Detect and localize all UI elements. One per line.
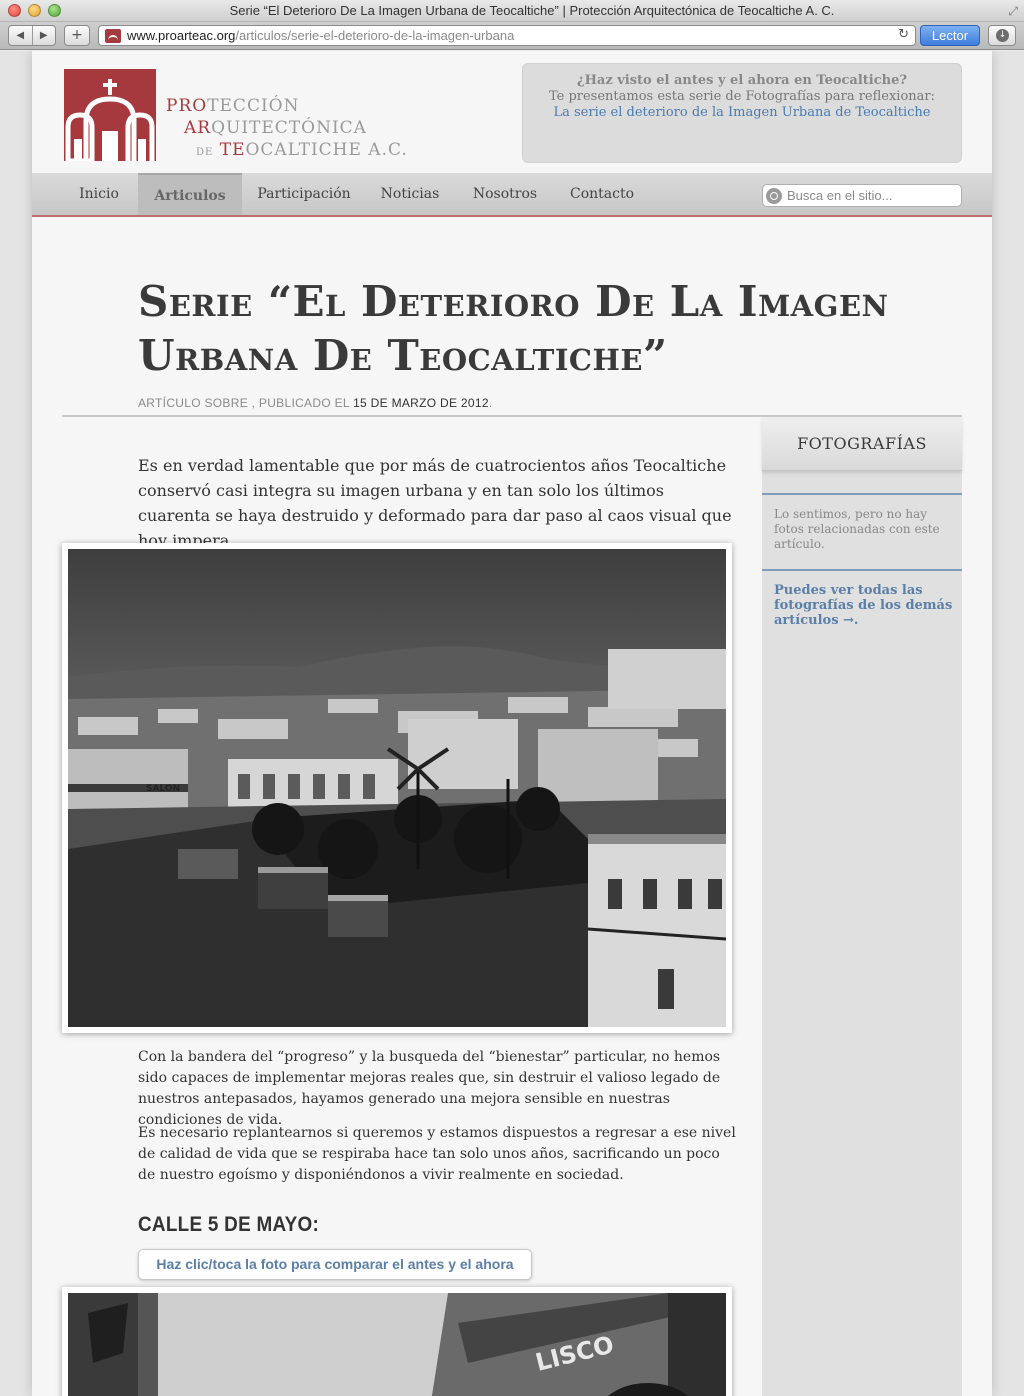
search-icon — [766, 188, 782, 204]
search-box — [762, 184, 962, 207]
browser-toolbar: ◀ ▶ + www.proarteac.org/articulos/serie-… — [0, 22, 1024, 50]
promo-box: ¿Haz visto el antes y el ahora en Teocal… — [522, 63, 962, 163]
downloads-button[interactable]: ↓ — [988, 25, 1016, 46]
lead-paragraph: Es en verdad lamentable que por más de c… — [138, 456, 732, 550]
window-titlebar: Serie “El Deterioro De La Imagen Urbana … — [0, 0, 1024, 22]
download-icon: ↓ — [996, 29, 1009, 42]
back-forward-buttons: ◀ ▶ — [8, 25, 56, 46]
logo-text-ar: AR — [184, 118, 212, 138]
sidebar: FOTOGRAFÍAS Lo sentimos, pero no hay fot… — [762, 417, 962, 1396]
fullscreen-icon[interactable]: ⤢ — [1008, 4, 1018, 19]
window-title: Serie “El Deterioro De La Imagen Urbana … — [229, 3, 835, 18]
compare-photo-button[interactable]: Haz clic/toca la foto para comparar el a… — [138, 1249, 532, 1280]
promo-link[interactable]: La serie el deterioro de la Imagen Urban… — [523, 105, 961, 121]
nav-item-contacto[interactable]: Contacto — [562, 173, 642, 215]
logo-text-teccion: TECCIÓN — [207, 96, 300, 116]
reload-icon[interactable]: ↻ — [898, 27, 909, 42]
page-title: Serie “El Deterioro De La Imagen Urbana … — [138, 277, 889, 380]
page-viewport: PROTECCIÓN ARQUITECTÓNICA DE TEOCALTICHE… — [0, 51, 1024, 1396]
url-path: /articulos/serie-el-deterioro-de-la-imag… — [235, 28, 515, 43]
main-nav: Inicio Articulos Participación Noticias … — [32, 173, 992, 217]
meta-prefix: ARTÍCULO SOBRE , PUBLICADO EL — [138, 396, 350, 410]
address-bar[interactable]: www.proarteac.org/articulos/serie-el-det… — [98, 25, 916, 46]
logo-icon[interactable] — [64, 69, 156, 161]
search-input[interactable] — [787, 186, 957, 205]
site-favicon-icon — [105, 29, 121, 43]
sidebar-note: Lo sentimos, pero no hay fotos relaciona… — [774, 507, 940, 551]
back-icon[interactable]: ◀ — [9, 26, 33, 45]
reader-button[interactable]: Lector — [920, 25, 980, 46]
nav-item-nosotros[interactable]: Nosotros — [464, 173, 546, 215]
page-container: PROTECCIÓN ARQUITECTÓNICA DE TEOCALTICHE… — [32, 51, 992, 1396]
url-host: www.proarteac.org — [127, 28, 236, 43]
sidebar-all-photos-link[interactable]: Puedes ver todas las fotografías de los … — [774, 583, 954, 628]
logo-text-ocaltiche: OCALTICHE A.C. — [245, 140, 408, 160]
section-heading-calle-5-de-mayo: CALLE 5 DE MAYO: — [138, 1213, 320, 1236]
body-paragraph-1: Con la bandera del “progreso” y la busqu… — [138, 1049, 721, 1128]
nav-item-participacion[interactable]: Participación — [250, 173, 358, 215]
nav-item-noticias[interactable]: Noticias — [372, 173, 448, 215]
post-meta: ARTÍCULO SOBRE , PUBLICADO EL 15 DE MARZ… — [138, 396, 492, 410]
minimize-window-button[interactable] — [28, 4, 41, 17]
add-bookmark-button[interactable]: + — [64, 25, 90, 46]
nav-item-inicio[interactable]: Inicio — [64, 173, 134, 215]
url-text[interactable]: www.proarteac.org/articulos/serie-el-det… — [127, 28, 514, 43]
promo-title: ¿Haz visto el antes y el ahora en Teocal… — [577, 73, 907, 88]
logo-text-te: TE — [219, 140, 246, 160]
nav-item-articulos[interactable]: Articulos — [138, 173, 242, 215]
promo-text: Te presentamos esta serie de Fotografías… — [548, 89, 936, 104]
zoom-window-button[interactable] — [48, 4, 61, 17]
forward-icon[interactable]: ▶ — [33, 26, 56, 45]
sidebar-divider — [762, 493, 962, 495]
historic-photo-calle-5-de-mayo[interactable]: LISCO — [62, 1287, 732, 1396]
historic-photo-plaza[interactable]: SALON — [62, 543, 732, 1033]
meta-suffix: . — [488, 396, 493, 410]
logo-text-pro: PRO — [166, 96, 208, 116]
logo-text-de: DE — [196, 147, 214, 158]
photo1-sign-text: SALON — [146, 784, 180, 794]
sidebar-divider — [762, 569, 962, 571]
logo-text-quitectonica: QUITECTÓNICA — [211, 118, 367, 138]
close-window-button[interactable] — [8, 4, 21, 17]
post-date: 15 DE MARZO DE 2012 — [353, 396, 489, 410]
body-paragraph-2: Es necesario replantearnos si queremos y… — [138, 1125, 736, 1183]
sidebar-heading: FOTOGRAFÍAS — [762, 417, 962, 471]
